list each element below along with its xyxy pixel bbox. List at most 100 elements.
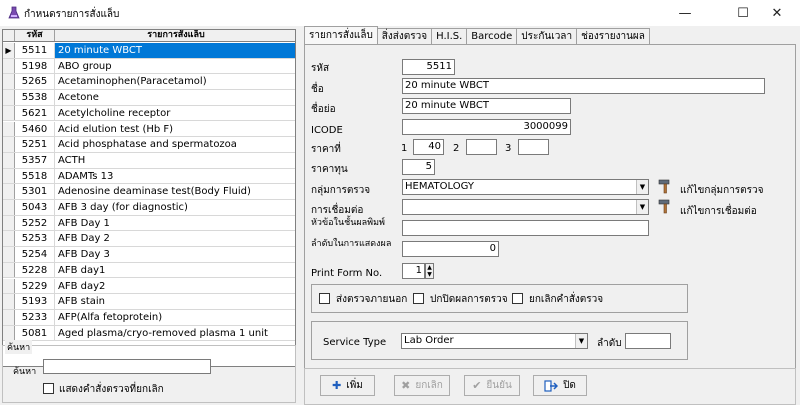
lab-order-grid[interactable]: รหัส รายการสั่งแล็บ ▶ 5511 20 minute WBCT 5… (2, 29, 296, 367)
price-2-field[interactable] (466, 139, 497, 155)
row-code: 5233 (15, 309, 55, 325)
table-row[interactable]: ▶ 5511 20 minute WBCT (3, 43, 295, 59)
plus-icon: ✚ (332, 379, 342, 392)
close-button[interactable]: ปิด (533, 375, 587, 396)
check-icon: ✔ (472, 379, 482, 392)
code-field[interactable]: 5511 (402, 59, 455, 75)
row-name: AFB Day 2 (58, 233, 110, 245)
search-group: ค้นหา ค้นหา แสดงคำสั่งตรวจที่ยกเลิก (2, 340, 296, 403)
exit-door-icon (544, 379, 559, 392)
table-row[interactable]: 5254 AFB Day 3 (3, 247, 295, 263)
chevron-down-icon[interactable]: ▼ (575, 334, 587, 348)
row-indicator (3, 105, 15, 121)
table-row[interactable]: 5193 AFB stain (3, 294, 295, 310)
add-button[interactable]: ✚ เพิ่ม (320, 375, 375, 396)
row-code: 5228 (15, 262, 55, 278)
tab-his[interactable]: H.I.S. (431, 28, 468, 44)
table-row[interactable]: 5265 Acetaminophen(Paracetamol) (3, 74, 295, 91)
window-title: กำหนดรายการสั่งแล็บ (24, 9, 120, 20)
table-row[interactable]: 5253 AFB Day 2 (3, 231, 295, 248)
table-row[interactable]: 5233 AFP(Alfa fetoprotein) (3, 309, 295, 326)
test-group-select[interactable]: HEMATOLOGY ▼ (402, 179, 649, 195)
table-row[interactable]: 5301 Adenosine deaminase test(Body Fluid) (3, 184, 295, 200)
short-name-field[interactable]: 20 minute WBCT (402, 98, 571, 114)
table-row[interactable]: 5043 AFB 3 day (for diagnostic) (3, 200, 295, 216)
sequence-field[interactable] (625, 333, 671, 349)
price-3-field[interactable] (518, 139, 549, 155)
row-indicator: ▶ (3, 43, 15, 58)
row-name: ABO group (58, 60, 112, 72)
print-form-field[interactable]: 1 (402, 263, 425, 279)
confirm-button[interactable]: ✔ ยืนยัน (464, 375, 520, 396)
icode-field[interactable]: 3000099 (402, 119, 571, 135)
row-code: 5043 (15, 200, 55, 215)
minimize-icon: — (678, 5, 692, 21)
name-label: ชื่อ (311, 84, 324, 95)
hide-result-checkbox[interactable] (413, 293, 424, 304)
price-3-label: 3 (505, 143, 512, 154)
table-row[interactable]: 5621 Acetylcholine receptor (3, 105, 295, 122)
cancel-button[interactable]: ✖ ยกเลิก (394, 375, 450, 396)
row-code: 5081 (15, 325, 55, 341)
chevron-down-icon[interactable]: ▼ (636, 200, 648, 214)
table-row[interactable]: 5198 ABO group (3, 58, 295, 75)
tab-lab-order[interactable]: รายการสั่งแล็บ (304, 26, 378, 44)
spin-down-icon[interactable]: ▼ (426, 271, 433, 278)
print-topic-field[interactable] (402, 220, 649, 236)
cancel-order-label: ยกเลิกคำสั่งตรวจ (529, 294, 604, 305)
test-group-label: กลุ่มการตรวจ (311, 185, 371, 196)
hammer-icon[interactable] (657, 178, 673, 194)
spin-up-icon[interactable]: ▲ (426, 264, 433, 271)
row-name: AFB 3 day (for diagnostic) (58, 202, 188, 213)
column-header-code[interactable]: รหัส (15, 30, 55, 41)
row-indicator (3, 152, 15, 168)
grid-header: รหัส รายการสั่งแล็บ (3, 30, 295, 42)
x-icon: ✖ (401, 379, 411, 392)
close-window-button[interactable]: ✕ (754, 0, 800, 26)
show-cancelled-checkbox[interactable] (43, 383, 54, 394)
cancel-order-checkbox[interactable] (512, 293, 523, 304)
left-panel: รหัส รายการสั่งแล็บ ▶ 5511 20 minute WBCT 5… (0, 26, 298, 405)
row-indicator (3, 215, 15, 231)
row-code: 5251 (15, 137, 55, 152)
table-row[interactable]: 5460 Acid elution test (Hb F) (3, 121, 295, 138)
display-order-field[interactable]: 0 (402, 241, 499, 257)
hammer-icon[interactable] (657, 198, 673, 214)
table-row[interactable]: 5357 ACTH (3, 152, 295, 169)
grid-header-indicator (3, 30, 15, 41)
table-row[interactable]: 5538 Acetone (3, 90, 295, 106)
row-indicator (3, 231, 15, 247)
table-row[interactable]: 5228 AFB day1 (3, 262, 295, 279)
service-type-select[interactable]: Lab Order ▼ (401, 333, 588, 349)
print-form-spinner[interactable]: ▲ ▼ (425, 263, 434, 279)
price-1-field[interactable]: 40 (413, 139, 444, 155)
table-row[interactable]: 5518 ADAMTs 13 (3, 168, 295, 185)
row-indicator (3, 90, 15, 105)
tab-specimen[interactable]: สิ่งส่งตรวจ (376, 28, 433, 44)
column-header-name[interactable]: รายการสั่งแล็บ (55, 30, 295, 41)
row-indicator (3, 58, 15, 74)
edit-connection-link[interactable]: แก้ไขการเชื่อมต่อ (680, 204, 757, 219)
name-field[interactable]: 20 minute WBCT (402, 78, 765, 94)
tab-time-guarantee[interactable]: ประกันเวลา (516, 28, 578, 44)
show-cancelled-label: แสดงคำสั่งตรวจที่ยกเลิก (59, 384, 164, 395)
send-outside-checkbox[interactable] (319, 293, 330, 304)
tab-report-channel[interactable]: ช่องรายงานผล (576, 28, 650, 44)
table-row[interactable]: 5081 Aged plasma/cryo-removed plasma 1 un… (3, 325, 295, 342)
cost-field[interactable]: 5 (402, 159, 435, 175)
table-row[interactable]: 5229 AFB day2 (3, 278, 295, 295)
row-code: 5229 (15, 278, 55, 294)
connection-select[interactable]: ▼ (402, 199, 649, 215)
row-code: 5193 (15, 294, 55, 309)
chevron-down-icon[interactable]: ▼ (636, 180, 648, 194)
tab-barcode[interactable]: Barcode (466, 28, 518, 44)
test-group-value: HEMATOLOGY (405, 181, 474, 192)
table-row[interactable]: 5252 AFB Day 1 (3, 215, 295, 232)
minimize-button[interactable]: — (662, 0, 708, 26)
table-row[interactable]: 5251 Acid phosphatase and spermatozoa (3, 137, 295, 153)
edit-test-group-link[interactable]: แก้ไขกลุ่มการตรวจ (680, 183, 764, 198)
lab-order-window: กำหนดรายการสั่งแล็บ — ☐ ✕ รหัส รายการสั่… (0, 0, 800, 405)
price-label: ราคาที่ (311, 144, 341, 155)
row-name: AFB stain (58, 296, 106, 308)
search-input[interactable] (43, 359, 211, 374)
